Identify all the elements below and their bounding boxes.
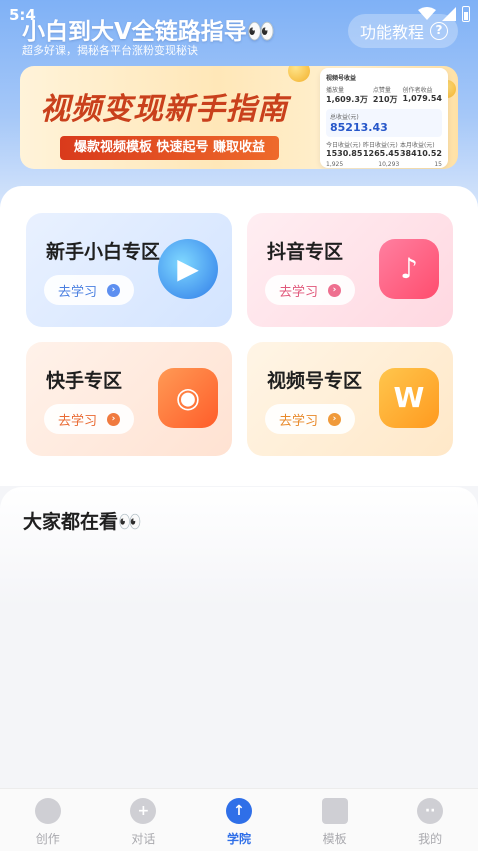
earnings-card: 视频号收益 播放量 1,609.3万 点赞量 210万 创作者收益 1,079.54 … bbox=[320, 68, 448, 168]
page-subtitle: 超多好课，揭秘各平台涨粉变现秘诀 bbox=[22, 44, 198, 57]
zone-title: 新手小白专区 bbox=[46, 241, 161, 263]
learn-button[interactable]: 去学习 › bbox=[44, 275, 134, 305]
guide-banner[interactable]: 视频变现新手指南 爆款视频模板 快速起号 赚取收益 视频号收益 播放量 1,609… bbox=[20, 66, 458, 169]
battery-icon bbox=[462, 6, 470, 22]
total-earnings: 总收益(元) 85213.43 bbox=[326, 109, 442, 137]
stat-value: 15 bbox=[434, 161, 442, 168]
learn-label: 去学习 bbox=[58, 284, 98, 300]
video-play-icon: ▶ bbox=[158, 239, 218, 299]
zone-title: 快手专区 bbox=[46, 370, 123, 392]
stat-value: 210万 bbox=[372, 95, 398, 104]
stat-value: 1,609.3万 bbox=[326, 95, 368, 104]
bottom-tab-bar: 创作 + 对话 ↑ 学院 模板 ·· 我的 bbox=[0, 788, 478, 851]
tutorial-label: 功能教程 bbox=[359, 23, 424, 42]
tutorial-button[interactable]: 功能教程 ? bbox=[347, 14, 458, 48]
stat-value: 1265.45 bbox=[362, 149, 400, 158]
earn-label: 总收益(元) bbox=[330, 114, 359, 121]
tab-label: 创作 bbox=[35, 832, 60, 846]
banner-tags: 爆款视频模板 快速起号 赚取收益 bbox=[60, 136, 280, 160]
zone-card-kuaishou[interactable]: 快手专区 去学习 › ◉ bbox=[26, 342, 232, 456]
zone-card-shipinhao[interactable]: 视频号专区 去学习 › W bbox=[247, 342, 453, 456]
tab-label: 学院 bbox=[226, 832, 251, 846]
arrow-right-icon: › bbox=[328, 412, 342, 426]
stat-value: 1,079.54 bbox=[402, 94, 442, 103]
tab-academy[interactable]: ↑ 学院 bbox=[191, 789, 287, 851]
academy-icon: ↑ bbox=[225, 798, 252, 824]
tab-create[interactable]: 创作 bbox=[0, 789, 96, 851]
create-icon bbox=[34, 798, 61, 824]
stat-label: 创作者收益 bbox=[402, 87, 433, 94]
douyin-logo-icon: ♪ bbox=[379, 239, 439, 299]
stat-label: 今日收益(元) bbox=[326, 142, 361, 149]
learn-label: 去学习 bbox=[58, 413, 98, 429]
arrow-right-icon: › bbox=[107, 412, 121, 426]
stat-value: 38410.52 bbox=[399, 149, 442, 158]
arrow-right-icon: › bbox=[107, 283, 121, 297]
learn-button[interactable]: 去学习 › bbox=[44, 404, 134, 434]
learn-button[interactable]: 去学习 › bbox=[265, 404, 355, 434]
zone-title: 视频号专区 bbox=[267, 370, 363, 392]
stat-label: 播放量 bbox=[326, 87, 345, 94]
tab-chat[interactable]: + 对话 bbox=[96, 789, 192, 851]
stat-value: 1530.85 bbox=[326, 149, 363, 158]
card-header: 视频号收益 bbox=[326, 75, 357, 82]
profile-icon: ·· bbox=[417, 798, 444, 824]
chat-icon: + bbox=[130, 798, 157, 824]
stat-value: 10,293 bbox=[378, 161, 400, 168]
stat-label: 本月收益(元) bbox=[399, 142, 435, 149]
learn-button[interactable]: 去学习 › bbox=[265, 275, 355, 305]
template-icon bbox=[321, 798, 348, 824]
zone-card-douyin[interactable]: 抖音专区 去学习 › ♪ bbox=[247, 213, 453, 327]
stat-label: 昨日收益(元) bbox=[362, 142, 398, 149]
banner-title: 视频变现新手指南 bbox=[40, 92, 288, 127]
page-title: 小白到大V全链路指导👀 bbox=[22, 19, 276, 45]
tab-profile[interactable]: ·· 我的 bbox=[382, 789, 478, 851]
stat-value: 1,925 bbox=[326, 161, 344, 168]
zone-title: 抖音专区 bbox=[267, 241, 344, 263]
watching-section: 大家都在看👀 bbox=[0, 487, 478, 787]
zone-card-newbie[interactable]: 新手小白专区 去学习 › ▶ bbox=[26, 213, 232, 327]
help-icon: ? bbox=[430, 22, 448, 40]
earn-value: 85213.43 bbox=[330, 121, 388, 134]
arrow-right-icon: › bbox=[328, 283, 342, 297]
learn-label: 去学习 bbox=[279, 413, 319, 429]
shipinhao-logo-icon: W bbox=[379, 368, 439, 428]
tab-label: 模板 bbox=[322, 832, 347, 846]
stat-label: 点赞量 bbox=[372, 87, 391, 94]
coin-icon bbox=[288, 66, 310, 82]
watching-title: 大家都在看👀 bbox=[23, 511, 142, 533]
tab-label: 我的 bbox=[418, 832, 443, 846]
kuaishou-logo-icon: ◉ bbox=[158, 368, 218, 428]
tab-label: 对话 bbox=[131, 832, 156, 846]
learn-label: 去学习 bbox=[279, 284, 319, 300]
tab-template[interactable]: 模板 bbox=[287, 789, 383, 851]
